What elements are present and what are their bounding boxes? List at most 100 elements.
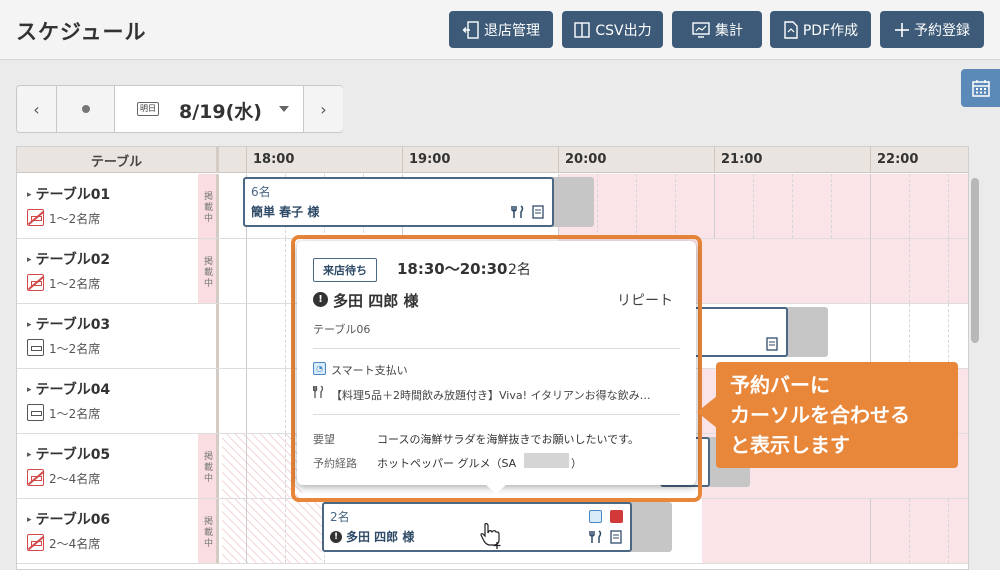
grid-line: [948, 174, 949, 238]
route-value: ホットペッパー グルメ（SA: [377, 457, 517, 470]
callout-text: 予約バーに カーソルを合わせる と表示します: [730, 373, 910, 457]
csv-label: CSV出力: [595, 22, 652, 39]
reservation-buffer: [630, 502, 672, 552]
plus-icon: [895, 22, 909, 37]
page-title: スケジュール: [16, 20, 147, 44]
no-smoking-seat-icon: [27, 534, 44, 551]
seat-capacity: 2〜4名席: [49, 472, 101, 486]
cutlery-icon: [589, 530, 602, 543]
checkout-management-button[interactable]: 退店管理: [449, 11, 553, 48]
row-label[interactable]: テーブル02 1〜2名席 掲載中: [17, 239, 219, 303]
grid-line: [909, 239, 910, 303]
time-header: 19:00: [402, 147, 558, 173]
seat-capacity: 1〜2名席: [49, 212, 101, 226]
calendar-toggle-button[interactable]: [961, 69, 1000, 107]
smart-pay-icon: [589, 510, 602, 523]
memo-icon: [610, 530, 622, 544]
date-navigator: ‹ 明日 8/19(水) ›: [16, 85, 343, 133]
next-day-button[interactable]: ›: [303, 86, 343, 132]
csv-export-button[interactable]: CSV出力: [562, 11, 663, 48]
table-name: テーブル02: [27, 249, 111, 269]
checkout-label: 退店管理: [484, 22, 540, 39]
tomorrow-badge: 明日: [137, 102, 159, 116]
row-label[interactable]: テーブル03 1〜2名席: [17, 304, 219, 368]
time-header: 18:00: [246, 147, 402, 173]
row-label[interactable]: テーブル04 1〜2名席: [17, 369, 219, 433]
time-header: 20:00: [558, 147, 714, 173]
prev-day-button[interactable]: ‹: [17, 86, 57, 132]
grid-line: [246, 239, 247, 303]
chevron-right-icon: ›: [320, 99, 327, 119]
grid-line: [948, 499, 949, 563]
grid-line: [675, 174, 676, 238]
pdf-create-button[interactable]: PDF作成: [770, 11, 871, 48]
add-label: 予約登録: [914, 22, 970, 39]
request-label: 要望: [313, 433, 335, 446]
grid-line: [246, 434, 247, 498]
no-smoking-seat-icon: [27, 274, 44, 291]
grid-line: [870, 304, 871, 368]
table-name: テーブル06: [313, 323, 371, 336]
route-label: 予約経路: [313, 457, 357, 470]
hatched-slot: [222, 499, 322, 563]
grid-line: [714, 174, 715, 238]
memo-icon: [766, 337, 778, 351]
repeat-label: リピート: [617, 293, 673, 309]
row-label[interactable]: テーブル01 1〜2名席 掲載中: [17, 174, 219, 238]
request-value: コースの海鮮サラダを海鮮抜きでお願いしたいです。: [377, 433, 640, 446]
seat-capacity: 1〜2名席: [49, 342, 101, 356]
alert-icon: !: [330, 531, 342, 543]
callout-pointer: [697, 396, 717, 428]
guest-name: 簡単 春子 様: [251, 205, 320, 219]
grid-line: [870, 239, 871, 303]
grid-header: テーブル 18:00 19:00 20:00 21:00 22:00: [17, 147, 968, 173]
row-label[interactable]: テーブル06 2〜4名席 掲載中: [17, 499, 219, 563]
grid-line: [948, 239, 949, 303]
reservation-bar-hovered[interactable]: 2名 多田 四郎 様 !: [322, 502, 632, 552]
route-value-end: ）: [571, 457, 582, 470]
grid-line: [285, 304, 286, 368]
reservation-tooltip: 来店待ち 18:30〜20:30 2名 ! 多田 四郎 様 リピート テーブル0…: [297, 241, 696, 485]
course-name: 【料理5品＋2時間飲み放題付き】Viva! イタリアンお得な飲み…: [331, 389, 651, 402]
grid-line: [831, 174, 832, 238]
time-header: 21:00: [714, 147, 870, 173]
unavailable-slot: [558, 174, 968, 238]
door-exit-icon: [462, 20, 479, 39]
grid-line: [948, 304, 949, 368]
grid-line: [246, 369, 247, 433]
pdf-label: PDF作成: [802, 22, 859, 39]
tooltip-arrow: [485, 484, 507, 494]
summary-label: 集計: [715, 22, 743, 39]
hand-cursor-icon: [480, 523, 501, 549]
party-size: 2名: [508, 262, 531, 278]
grid-line: [909, 174, 910, 238]
listed-badge: 掲載中: [198, 434, 216, 498]
grid-line: [285, 499, 286, 563]
add-reservation-button[interactable]: 予約登録: [880, 11, 984, 48]
vertical-scrollbar[interactable]: [971, 178, 979, 343]
calendar-icon: [971, 80, 990, 97]
party-size: 6名: [251, 185, 271, 199]
row-label[interactable]: テーブル05 2〜4名席 掲載中: [17, 434, 219, 498]
redacted-id: [524, 453, 569, 468]
current-date[interactable]: 8/19(水): [179, 97, 262, 124]
reservation-buffer: [552, 177, 594, 227]
seat-icon: [27, 404, 44, 421]
grid-line: [636, 174, 637, 238]
alert-icon: !: [313, 292, 328, 307]
smart-pay-icon: ◔: [313, 362, 326, 375]
hatched-slot: [222, 434, 302, 498]
document-icon: [784, 20, 798, 39]
payment-method: スマート支払い: [331, 364, 408, 377]
reservation-bar[interactable]: 6名 簡単 春子 様: [243, 177, 554, 227]
grid-line: [870, 499, 871, 563]
chevron-down-icon[interactable]: [279, 106, 289, 112]
summary-button[interactable]: 集計: [672, 11, 762, 48]
book-icon: [574, 21, 591, 38]
grid-line: [909, 304, 910, 368]
app-header: スケジュール 退店管理 CSV出力 集計 PDF作成 予約登録: [0, 0, 1000, 60]
grid-line: [246, 304, 247, 368]
memo-icon: [532, 205, 544, 219]
today-button[interactable]: [57, 86, 115, 132]
cutlery-icon: [313, 385, 324, 398]
